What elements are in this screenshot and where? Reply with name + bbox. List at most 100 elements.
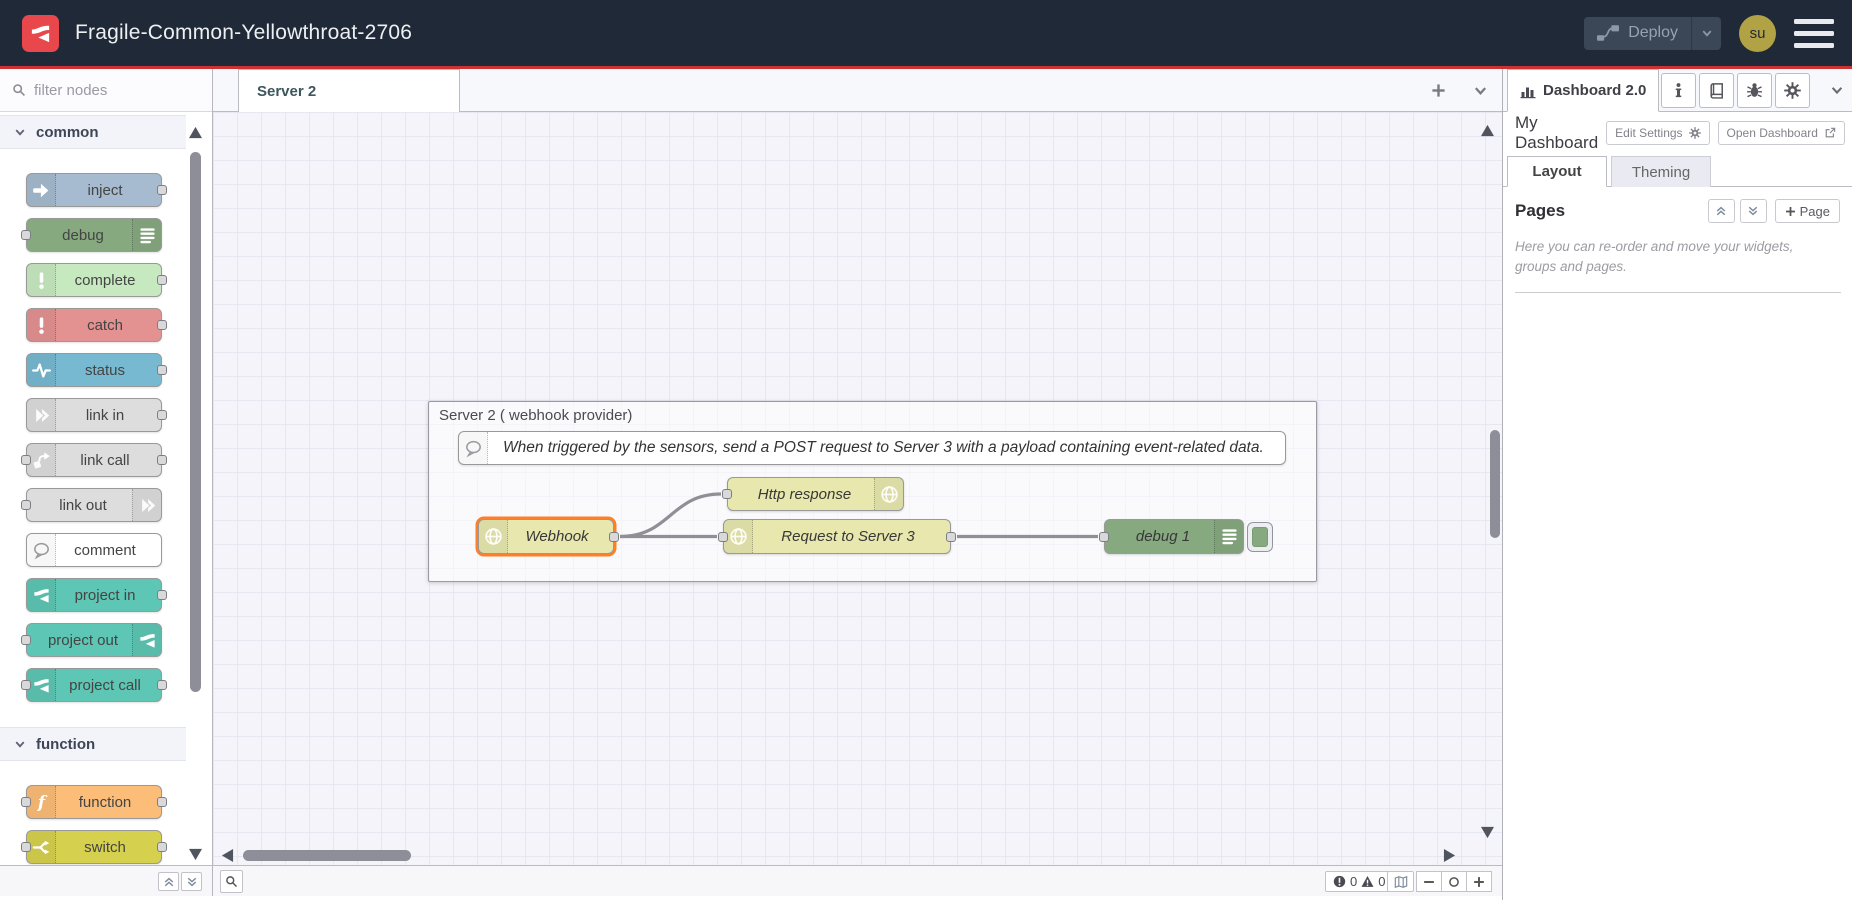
node-port-out[interactable]: [609, 532, 619, 542]
zoom-in-button[interactable]: [1466, 871, 1492, 892]
palette-scroll-up-icon[interactable]: [188, 126, 203, 139]
flow-tab-server-2[interactable]: Server 2: [238, 69, 460, 112]
palette-search[interactable]: [0, 69, 212, 112]
node-port-in[interactable]: [21, 797, 31, 807]
palette-node-catch[interactable]: catch: [26, 308, 162, 342]
palette-scrollbar-thumb[interactable]: [190, 152, 201, 692]
subtab-layout[interactable]: Layout: [1507, 156, 1607, 187]
node-port-in[interactable]: [21, 230, 31, 240]
node-port-in[interactable]: [722, 489, 732, 499]
node-port-out[interactable]: [157, 410, 167, 420]
move-page-down-button[interactable]: [1740, 199, 1767, 223]
palette-collapse-all-button[interactable]: [158, 872, 179, 891]
palette-node-project-in[interactable]: project in: [26, 578, 162, 612]
link-arrow-icon: [32, 406, 51, 425]
flow-node-request[interactable]: Request to Server 3: [723, 519, 951, 554]
node-port-out[interactable]: [157, 455, 167, 465]
flow-canvas[interactable]: Server 2 ( webhook provider) When trigge…: [213, 112, 1502, 865]
header-actions: Deploy su: [1584, 15, 1852, 52]
nr-logo-icon: [27, 579, 56, 611]
book-button[interactable]: [1699, 73, 1734, 108]
palette-category-common[interactable]: common: [0, 115, 186, 149]
node-port-in[interactable]: [21, 635, 31, 645]
canvas-scroll-down-icon[interactable]: [1480, 826, 1495, 839]
node-port-in[interactable]: [21, 680, 31, 690]
palette-node-project-out[interactable]: project out: [26, 623, 162, 657]
node-red-logo[interactable]: [22, 15, 59, 52]
node-port-out[interactable]: [157, 320, 167, 330]
node-port-out[interactable]: [157, 797, 167, 807]
node-port-out[interactable]: [157, 590, 167, 600]
palette-node-function[interactable]: ffunction: [26, 785, 162, 819]
navigator-button[interactable]: [1387, 871, 1414, 892]
palette-node-switch[interactable]: switch: [26, 830, 162, 864]
palette-node-link-call[interactable]: link call: [26, 443, 162, 477]
node-port-in[interactable]: [21, 842, 31, 852]
move-page-up-button[interactable]: [1708, 199, 1735, 223]
user-avatar[interactable]: su: [1739, 15, 1776, 52]
notification-counts[interactable]: 0 0: [1325, 871, 1393, 892]
palette-node-comment[interactable]: comment: [26, 533, 162, 567]
deploy-button[interactable]: Deploy: [1584, 17, 1721, 50]
main-menu-button[interactable]: [1794, 19, 1834, 48]
node-port-out[interactable]: [157, 185, 167, 195]
palette-expand-all-button[interactable]: [181, 872, 202, 891]
palette-scroll-down-icon[interactable]: [188, 848, 203, 861]
zoom-reset-button[interactable]: [1441, 871, 1467, 892]
node-port-out[interactable]: [157, 275, 167, 285]
flow-list-button[interactable]: [1461, 69, 1499, 111]
dashboard-subtabs: LayoutTheming: [1503, 156, 1852, 187]
gear-button[interactable]: [1775, 73, 1810, 108]
node-label: status: [57, 354, 153, 386]
canvas-scroll-left-icon[interactable]: [221, 848, 234, 863]
deploy-button-main[interactable]: Deploy: [1584, 17, 1691, 50]
canvas-vscrollbar-thumb[interactable]: [1490, 430, 1500, 538]
sidebar-tab-dashboard[interactable]: Dashboard 2.0: [1507, 69, 1659, 112]
palette-node-project-call[interactable]: project call: [26, 668, 162, 702]
open-dashboard-button[interactable]: Open Dashboard: [1718, 121, 1845, 145]
node-port-out[interactable]: [157, 842, 167, 852]
deploy-options-button[interactable]: [1691, 17, 1721, 50]
canvas-hscrollbar-thumb[interactable]: [243, 850, 411, 861]
info-button[interactable]: [1661, 73, 1696, 108]
subtab-theming[interactable]: Theming: [1611, 156, 1711, 187]
palette-node-link-in[interactable]: link in: [26, 398, 162, 432]
node-label: Http response: [736, 478, 873, 510]
node-port-out[interactable]: [946, 532, 956, 542]
canvas-search-button[interactable]: [220, 870, 243, 893]
palette-node-complete[interactable]: complete: [26, 263, 162, 297]
speech-bubble-icon: [464, 439, 483, 458]
palette-node-debug[interactable]: debug: [26, 218, 162, 252]
edit-settings-button[interactable]: Edit Settings: [1606, 121, 1709, 145]
pulse-icon: [27, 354, 56, 386]
node-port-in[interactable]: [1099, 532, 1109, 542]
flow-node-webhook[interactable]: Webhook: [478, 519, 614, 554]
node-port-in[interactable]: [21, 455, 31, 465]
palette-node-status[interactable]: status: [26, 353, 162, 387]
node-port-in[interactable]: [718, 532, 728, 542]
canvas-scroll-right-icon[interactable]: [1443, 848, 1456, 863]
sidebar-menu-caret[interactable]: [1830, 83, 1844, 97]
add-flow-button[interactable]: [1419, 69, 1457, 111]
node-port-out[interactable]: [157, 365, 167, 375]
palette-node-inject[interactable]: inject: [26, 173, 162, 207]
palette-category-function[interactable]: function: [0, 727, 186, 761]
palette-node-link-out[interactable]: link out: [26, 488, 162, 522]
bug-button[interactable]: [1737, 73, 1772, 108]
add-page-button[interactable]: Page: [1775, 199, 1840, 223]
zoom-out-button[interactable]: [1416, 871, 1442, 892]
flow-node-http_response[interactable]: Http response: [727, 477, 904, 511]
canvas-scroll-up-icon[interactable]: [1480, 124, 1495, 137]
debug-toggle-button[interactable]: [1247, 522, 1273, 552]
plus-icon: [1473, 876, 1485, 888]
node-port-out[interactable]: [157, 680, 167, 690]
node-label: link call: [57, 444, 153, 476]
comment-node[interactable]: When triggered by the sensors, send a PO…: [458, 431, 1286, 465]
node-port-in[interactable]: [21, 500, 31, 510]
node-label: complete: [57, 264, 153, 296]
comment-text: When triggered by the sensors, send a PO…: [503, 432, 1275, 464]
flow-node-debug1[interactable]: debug 1: [1104, 519, 1244, 554]
gear-icon: [1689, 127, 1701, 139]
node-label: project out: [35, 624, 131, 656]
palette-filter-input[interactable]: [34, 82, 184, 99]
